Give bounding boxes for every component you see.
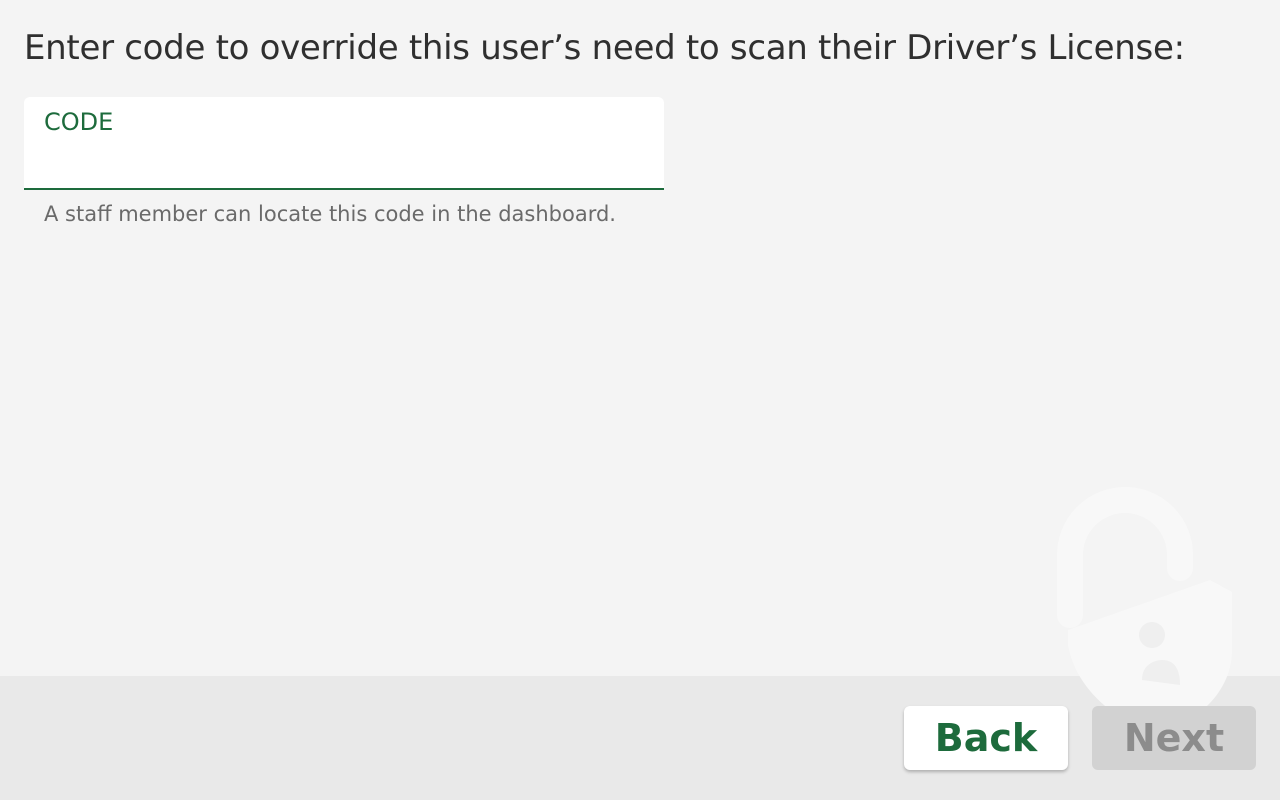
page-title: Enter code to override this user’s need … [24,28,1185,68]
override-code-screen: Enter code to override this user’s need … [0,0,1280,800]
code-helper-text: A staff member can locate this code in t… [44,202,616,226]
unlocked-padlock-icon [1057,487,1232,735]
next-button[interactable]: Next [1092,706,1256,770]
code-input[interactable] [44,145,644,179]
code-field[interactable]: CODE [24,97,664,190]
back-button[interactable]: Back [904,706,1068,770]
code-field-label: CODE [44,108,114,136]
